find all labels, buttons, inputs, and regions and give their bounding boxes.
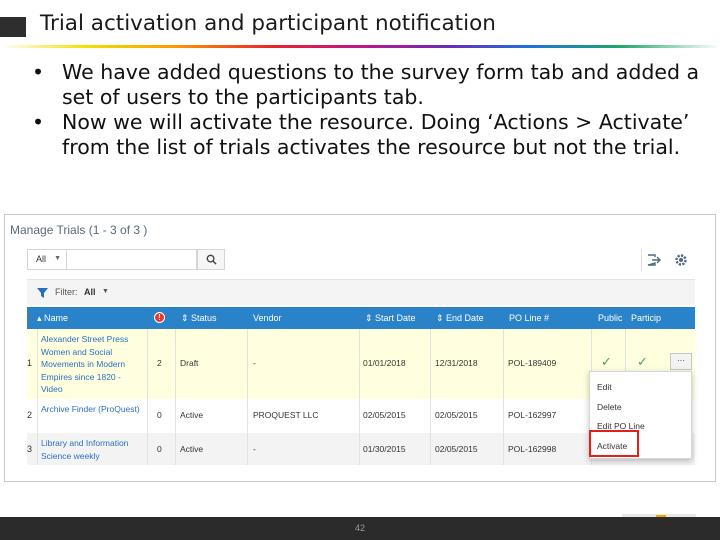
column-divider <box>147 329 148 399</box>
chevron-down-icon: ▼ <box>54 255 61 262</box>
column-divider <box>175 329 176 399</box>
trial-end-date: 02/05/2015 <box>435 444 478 454</box>
trial-po-line[interactable]: POL-189409 <box>508 358 556 368</box>
bullet-list: We have added questions to the survey fo… <box>26 60 706 160</box>
row-actions-button[interactable]: ··· <box>670 353 692 370</box>
export-icon[interactable] <box>646 253 662 267</box>
column-divider <box>37 433 38 465</box>
warning-count: 2 <box>157 358 162 368</box>
trial-po-line[interactable]: POL-162998 <box>508 444 556 454</box>
row-number: 1 <box>27 358 33 368</box>
warning-col-header[interactable]: ! <box>154 312 165 323</box>
filter-bar[interactable]: Filter: All ▼ <box>27 279 695 305</box>
column-divider <box>359 433 360 465</box>
trial-name-link[interactable]: Library and Information Science weekly <box>41 437 145 462</box>
trial-status: Draft <box>180 358 199 368</box>
column-divider <box>247 433 248 465</box>
title-marker <box>0 17 26 37</box>
row-number: 3 <box>27 444 33 454</box>
column-divider <box>430 433 431 465</box>
filter-value[interactable]: All <box>84 287 96 297</box>
trial-name-link[interactable]: Archive Finder (ProQuest) <box>41 403 141 416</box>
col-participants-header[interactable]: Particip <box>631 313 661 323</box>
column-divider <box>247 329 248 399</box>
title-divider <box>0 45 720 48</box>
trial-end-date: 02/05/2015 <box>435 410 478 420</box>
manage-trials-title: Manage Trials (1 - 3 of 3 ) <box>10 223 148 237</box>
column-divider <box>430 399 431 433</box>
scope-select[interactable]: All ▼ <box>27 249 67 270</box>
column-divider <box>147 433 148 465</box>
trial-start-date: 02/05/2015 <box>363 410 406 420</box>
bullet-item: Now we will activate the resource. Doing… <box>26 110 706 160</box>
menu-item-delete[interactable]: Delete <box>597 402 622 412</box>
trial-vendor: - <box>253 444 256 454</box>
activate-highlight <box>589 430 639 457</box>
toolbar-divider <box>641 249 642 271</box>
col-status-header[interactable]: ⇕ Status <box>181 313 217 324</box>
column-divider <box>430 329 431 399</box>
trial-vendor: - <box>253 358 256 368</box>
warning-icon: ! <box>154 312 165 323</box>
menu-item-edit[interactable]: Edit <box>597 382 612 392</box>
col-po-line-header[interactable]: PO Line # <box>509 313 549 323</box>
row-number: 2 <box>27 410 33 420</box>
trial-name-link[interactable]: Alexander Street Press Women and Social … <box>41 333 141 396</box>
column-divider <box>37 329 38 399</box>
manage-trials-screenshot: Manage Trials (1 - 3 of 3 ) All ▼ Filter… <box>4 214 716 482</box>
warning-count: 0 <box>157 410 162 420</box>
warning-count: 0 <box>157 444 162 454</box>
trial-start-date: 01/01/2018 <box>363 358 406 368</box>
column-divider <box>503 329 504 399</box>
trial-start-date: 01/30/2015 <box>363 444 406 454</box>
trial-status: Active <box>180 410 204 420</box>
col-vendor-header[interactable]: Vendor <box>253 313 282 323</box>
gear-icon[interactable] <box>673 252 689 268</box>
search-button[interactable] <box>197 249 225 270</box>
column-divider <box>359 399 360 433</box>
column-divider <box>37 399 38 433</box>
column-divider <box>247 399 248 433</box>
column-divider <box>503 433 504 465</box>
table-header: ▴ Name ! ⇕ Status Vendor ⇕ Start Date ⇕ … <box>27 307 695 329</box>
check-icon: ✓ <box>637 354 648 369</box>
bullet-item: We have added questions to the survey fo… <box>26 60 706 110</box>
column-divider <box>175 399 176 433</box>
column-divider <box>147 399 148 433</box>
col-start-date-header[interactable]: ⇕ Start Date <box>365 313 416 324</box>
scope-select-value: All <box>36 254 47 264</box>
filter-label: Filter: <box>55 287 78 297</box>
search-icon <box>206 254 217 265</box>
column-divider <box>359 329 360 399</box>
slide-footer: 42 <box>0 517 720 540</box>
filter-icon <box>37 288 48 298</box>
page-number: 42 <box>354 523 365 533</box>
trial-status: Active <box>180 444 204 454</box>
slide-title: Trial activation and participant notific… <box>40 11 496 36</box>
col-public-header[interactable]: Public <box>598 313 623 323</box>
trial-po-line[interactable]: POL-162997 <box>508 410 556 420</box>
column-divider <box>175 433 176 465</box>
chevron-down-icon: ▼ <box>102 288 109 295</box>
check-icon: ✓ <box>601 354 612 369</box>
trial-end-date: 12/31/2018 <box>435 358 478 368</box>
search-input[interactable] <box>67 249 197 270</box>
column-divider <box>503 399 504 433</box>
col-name-header[interactable]: ▴ Name <box>37 313 68 324</box>
col-end-date-header[interactable]: ⇕ End Date <box>436 313 484 324</box>
trial-vendor: PROQUEST LLC <box>253 410 319 420</box>
